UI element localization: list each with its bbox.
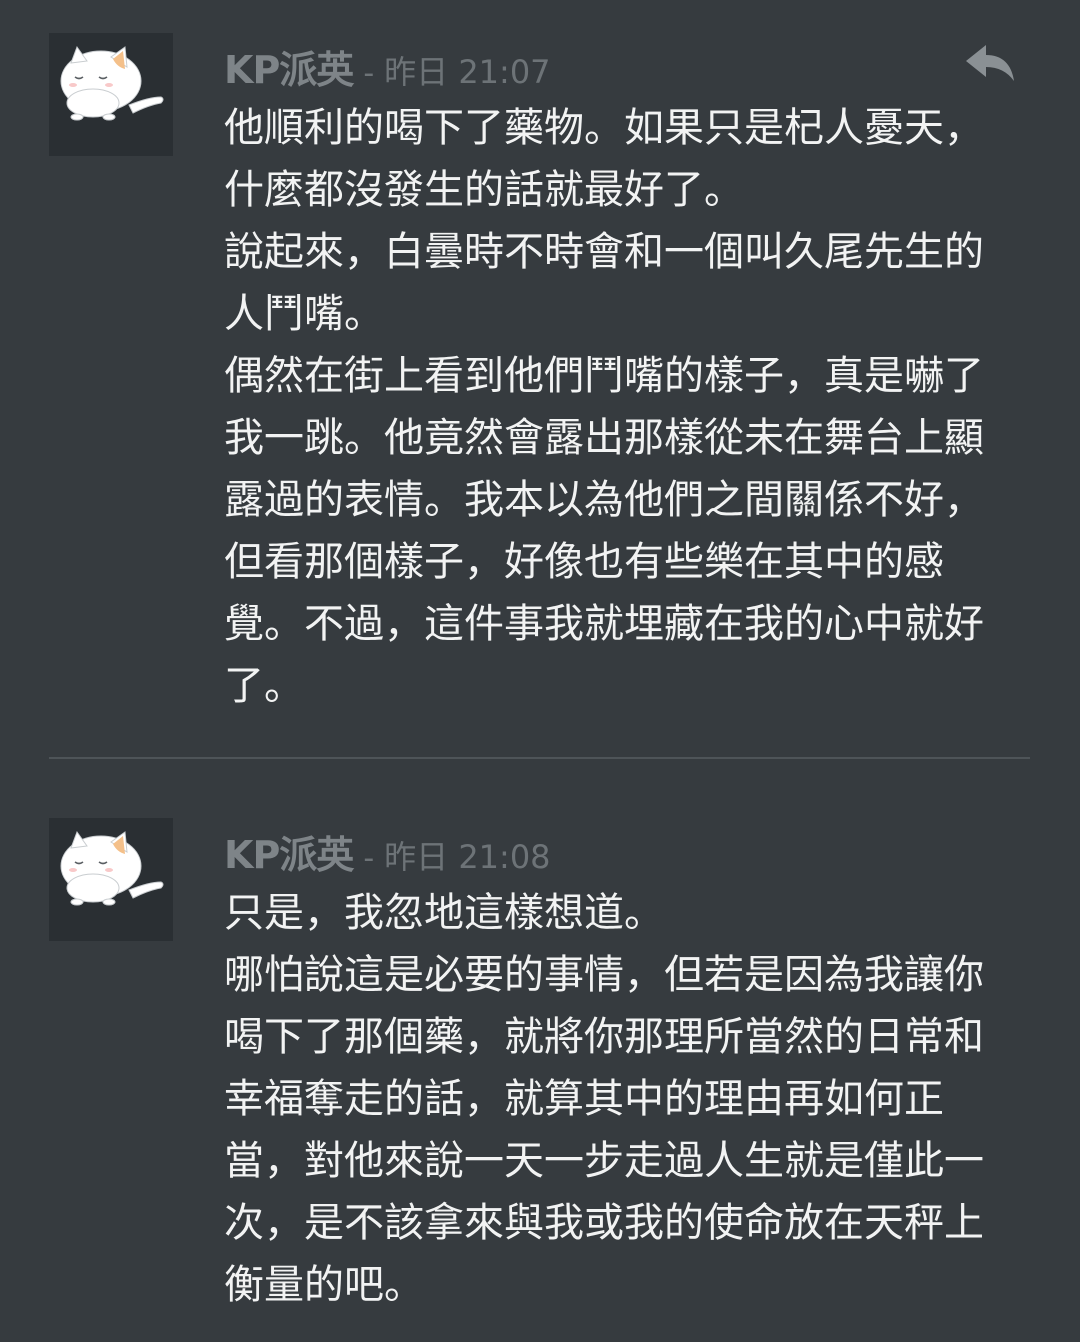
header-separator: -	[363, 56, 375, 91]
white-cat-avatar-icon	[60, 830, 164, 906]
avatar[interactable]	[49, 818, 173, 941]
message-line: 衡量的吧。	[224, 1262, 424, 1308]
message-header: KP派英 - 昨日 21:07	[224, 39, 551, 92]
message-line: 什麼都沒發生的話就最好了。	[224, 167, 744, 213]
avatar[interactable]	[49, 33, 173, 156]
message-line: 說起來，白曇時不時會和一個叫久尾先生的	[224, 229, 984, 275]
message-line: 覺。不過，這件事我就埋藏在我的心中就好	[224, 601, 984, 647]
message-line: 哪怕說這是必要的事情，但若是因為我讓你	[224, 952, 984, 998]
message-line: 但看那個樣子，好像也有些樂在其中的感	[224, 539, 944, 585]
message-line: 人鬥嘴。	[224, 291, 384, 337]
message-divider	[49, 757, 1030, 759]
message-line: 次，是不該拿來與我或我的使命放在天秤上	[224, 1200, 984, 1246]
message-body: 他順利的喝下了藥物。如果只是杞人憂天， 什麼都沒發生的話就最好了。 說起來，白曇…	[224, 97, 1024, 717]
message-line: 了。	[224, 663, 304, 709]
author-name[interactable]: KP派英	[224, 824, 354, 879]
message-header: KP派英 - 昨日 21:08	[224, 824, 551, 877]
message-timestamp: 昨日 21:07	[384, 53, 551, 91]
message-line: 他順利的喝下了藥物。如果只是杞人憂天，	[224, 105, 984, 151]
reply-arrow-icon	[966, 45, 1014, 81]
message-line: 偶然在街上看到他們鬥嘴的樣子，真是嚇了	[224, 353, 984, 399]
white-cat-avatar-icon	[60, 45, 164, 121]
header-separator: -	[363, 841, 375, 876]
author-name[interactable]: KP派英	[224, 39, 354, 94]
message-timestamp: 昨日 21:08	[384, 838, 551, 876]
reply-button[interactable]	[962, 41, 1018, 85]
message-line: 我一跳。他竟然會露出那樣從未在舞台上顯	[224, 415, 984, 461]
message-line: 幸福奪走的話，就算其中的理由再如何正	[224, 1076, 944, 1122]
message-line: 只是，我忽地這樣想道。	[224, 890, 664, 936]
message-line: 當，對他來說一天一步走過人生就是僅此一	[224, 1138, 984, 1184]
message-line: 露過的表情。我本以為他們之間關係不好，	[224, 477, 984, 523]
message-body: 只是，我忽地這樣想道。 哪怕說這是必要的事情，但若是因為我讓你 喝下了那個藥，就…	[224, 882, 1024, 1316]
message-line: 喝下了那個藥，就將你那理所當然的日常和	[224, 1014, 984, 1060]
